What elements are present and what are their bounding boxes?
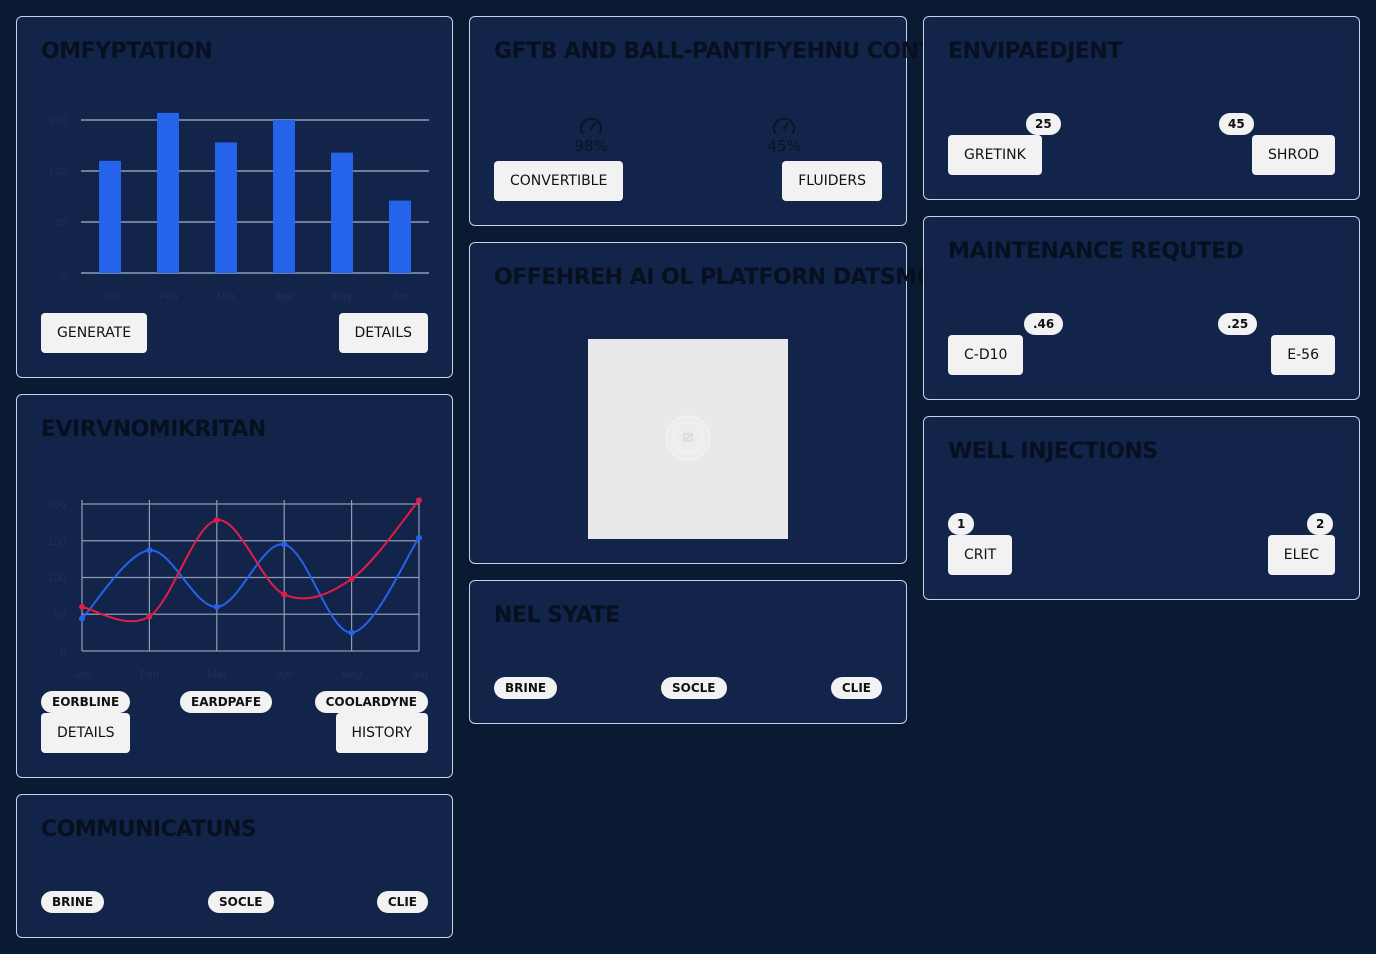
x-tick-label: May xyxy=(341,669,362,681)
y-tick-label: 100 xyxy=(49,166,67,178)
loading-icon xyxy=(665,415,711,461)
omfyptation-card: OMFYPTATION 0 50 100 150 Jan Feb Mar Apr May Jun … xyxy=(16,16,453,378)
x-tick-label: Mar xyxy=(217,291,236,303)
line-chart: 0 50 100 150 200 Jan Feb Mar Apr May Jun xyxy=(48,497,428,681)
details-button[interactable]: DETAILS xyxy=(41,713,131,753)
card-title: COMMUNICATUNS xyxy=(41,817,257,842)
bar xyxy=(157,112,179,273)
gauge-icon xyxy=(580,117,602,134)
data-point xyxy=(416,497,422,504)
x-tick-label: Apr xyxy=(275,291,292,303)
tag-clie[interactable]: CLIE xyxy=(830,677,882,699)
c-d10-button[interactable]: C-D10 xyxy=(948,335,1024,375)
evirvnomikritan-card: EVIRVNOMIKRITAN 0 50 100 150 200 Jan Feb Mar Apr… xyxy=(16,394,453,778)
details-button[interactable]: DETAILS xyxy=(338,313,428,353)
data-point xyxy=(416,534,422,541)
gauge-fluiders: 45% xyxy=(754,115,814,155)
bar xyxy=(273,120,295,273)
count-badge: 25 xyxy=(1026,113,1061,135)
data-point xyxy=(79,615,85,622)
shrod-button[interactable]: SHROD xyxy=(1252,135,1335,175)
convertible-button[interactable]: CONVERTIBLE xyxy=(494,161,624,201)
gauge-value: 45% xyxy=(767,137,801,155)
y-tick-label: 200 xyxy=(48,499,66,511)
card-title: GFTB AND BALL-PANTIFYEHNU CONT xyxy=(494,39,924,64)
data-point xyxy=(281,591,288,598)
offehreh-card: OFFEHREH AI OL PLATFORN DATSMOD xyxy=(469,242,924,564)
y-tick-label: 0 xyxy=(60,646,66,658)
bar xyxy=(389,200,411,273)
x-tick-label: Jun xyxy=(410,669,428,681)
gretink-button[interactable]: GRETINK xyxy=(948,135,1042,175)
data-point xyxy=(348,629,355,636)
elec-button[interactable]: ELEC xyxy=(1267,535,1335,575)
x-tick-label: Mar xyxy=(207,669,226,681)
envipaedjent-card: ENVIPAEDJENT GRETINK 25 SHROD 45 xyxy=(923,16,1360,200)
x-tick-label: Apr xyxy=(276,669,293,681)
gauge-value: 98% xyxy=(574,137,608,155)
fluiders-button[interactable]: FLUIDERS xyxy=(782,161,882,201)
card-title: NEL SYATE xyxy=(494,603,620,628)
gftb-card: GFTB AND BALL-PANTIFYEHNU CONT 98% 45% C… xyxy=(469,16,924,226)
count-badge: 45 xyxy=(1219,113,1254,135)
maintenance-card: MAINTENANCE REQUTED C-D10 .46 E-56 .25 xyxy=(923,216,1360,400)
x-tick-label: Feb xyxy=(140,669,159,681)
data-point xyxy=(79,603,85,610)
crit-button[interactable]: CRIT xyxy=(948,535,1013,575)
communicatuns-card: COMMUNICATUNS BRINE SOCLE CLIE xyxy=(16,794,453,938)
data-point xyxy=(146,547,153,554)
card-title: ENVIPAEDJENT xyxy=(948,39,1122,64)
series-line xyxy=(81,499,420,623)
y-tick-label: 100 xyxy=(48,573,66,585)
x-tick-label: May xyxy=(332,291,353,303)
count-badge: 1 xyxy=(948,513,975,535)
card-title: MAINTENANCE REQUTED xyxy=(948,239,1244,264)
y-tick-label: 150 xyxy=(49,115,67,127)
count-badge: 2 xyxy=(1307,513,1334,535)
x-tick-label: Feb xyxy=(159,291,178,303)
tag-eorbline[interactable]: EORBLINE xyxy=(41,691,131,713)
x-tick-label: Jun xyxy=(391,291,409,303)
tag-coolardyne[interactable]: COOLARDYNE xyxy=(314,691,428,713)
generate-button[interactable]: GENERATE xyxy=(41,313,148,353)
nel-syate-card: NEL SYATE BRINE SOCLE CLIE xyxy=(469,580,907,724)
bar xyxy=(331,152,353,273)
card-title: WELL INJECTIONS xyxy=(948,439,1158,464)
gauge-convertible: 98% xyxy=(561,115,621,155)
y-tick-label: 0 xyxy=(61,268,67,280)
bar xyxy=(99,160,121,273)
tag-brine[interactable]: BRINE xyxy=(494,677,558,699)
data-point xyxy=(146,613,153,620)
bar-chart: 0 50 100 150 Jan Feb Mar Apr May Jun xyxy=(49,112,429,303)
y-tick-label: 50 xyxy=(55,217,67,229)
gauge-icon xyxy=(773,117,795,134)
bar xyxy=(215,142,237,273)
card-title: OFFEHREH AI OL PLATFORN DATSMOD xyxy=(494,265,924,290)
x-tick-label: Jan xyxy=(101,291,119,303)
data-point xyxy=(348,575,355,582)
data-point xyxy=(213,517,220,524)
count-badge: .46 xyxy=(1024,313,1064,335)
tag-socle[interactable]: SOCLE xyxy=(208,891,274,913)
e-56-button[interactable]: E-56 xyxy=(1271,335,1335,375)
tag-clie[interactable]: CLIE xyxy=(376,891,428,913)
history-button[interactable]: HISTORY xyxy=(335,713,428,753)
y-tick-label: 50 xyxy=(54,609,66,621)
x-tick-label: Jan xyxy=(73,669,91,681)
tag-eardpafe[interactable]: EARDPAFE xyxy=(180,691,273,713)
image-placeholder xyxy=(588,339,788,539)
y-tick-label: 150 xyxy=(48,536,66,548)
tag-brine[interactable]: BRINE xyxy=(41,891,105,913)
tag-socle[interactable]: SOCLE xyxy=(661,677,727,699)
well-injections-card: WELL INJECTIONS CRIT 1 ELEC 2 xyxy=(923,416,1360,600)
count-badge: .25 xyxy=(1218,313,1258,335)
data-point xyxy=(281,541,288,548)
data-point xyxy=(213,603,220,610)
